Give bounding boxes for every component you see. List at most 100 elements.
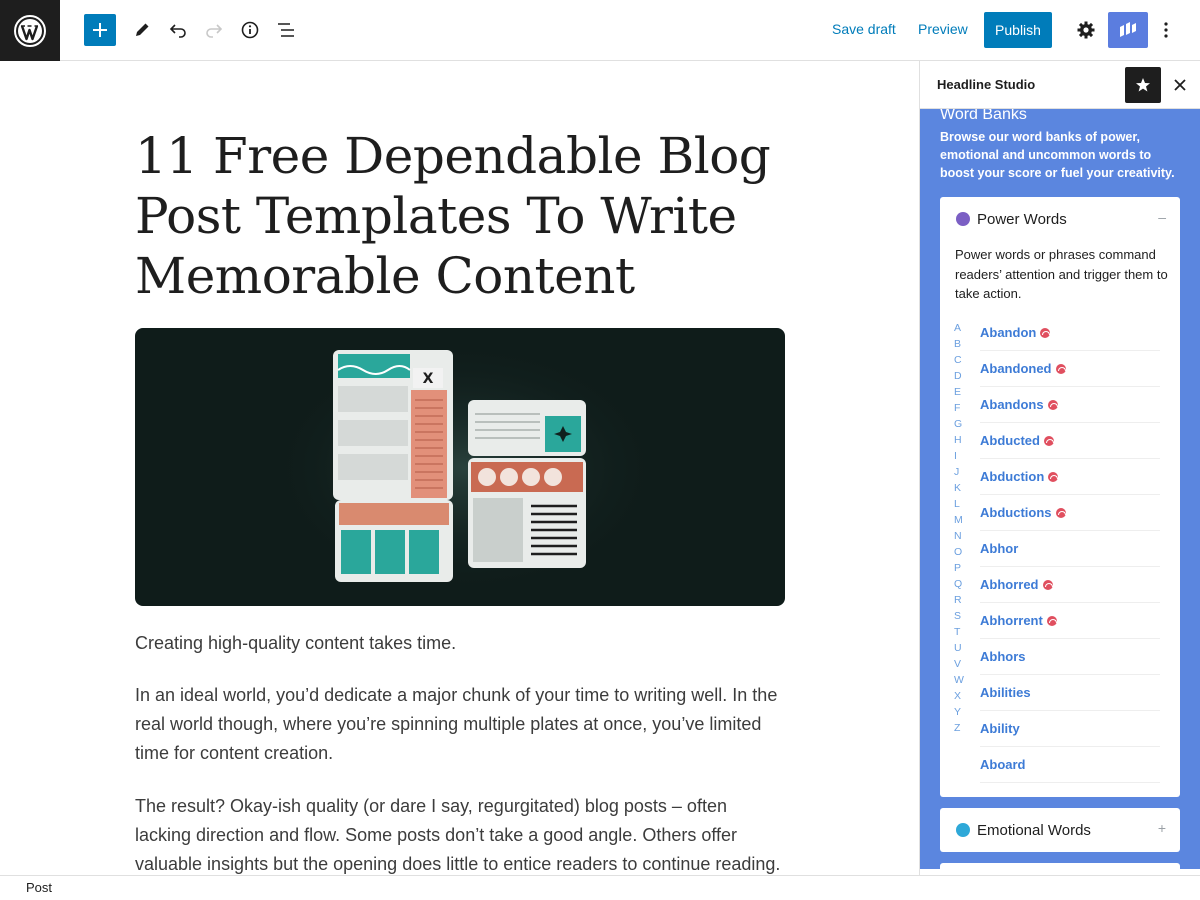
emotional-words-header[interactable]: Emotional Words + xyxy=(940,808,1180,852)
alphabet-index: ABCDEFGHIJKLMNOPQRSTUVWXYZ xyxy=(954,320,966,736)
undo-icon xyxy=(169,24,186,38)
word-label[interactable]: Abandon xyxy=(980,325,1036,340)
alphabet-letter[interactable]: A xyxy=(954,320,966,336)
editor-toolbar: Save draft Preview Publish xyxy=(0,0,1200,61)
word-label[interactable]: Abhorrent xyxy=(980,613,1043,628)
word-label[interactable]: Abandoned xyxy=(980,361,1052,376)
details-button[interactable] xyxy=(234,14,266,46)
word-label[interactable]: Abductions xyxy=(980,505,1052,520)
word-list-item[interactable]: Abhorrent xyxy=(980,603,1160,639)
alphabet-letter[interactable]: S xyxy=(954,608,966,624)
alphabet-letter[interactable]: F xyxy=(954,400,966,416)
word-list-item[interactable]: Abandon xyxy=(980,315,1160,351)
power-words-card: Power Words – Power words or phrases com… xyxy=(940,197,1180,797)
preview-button[interactable]: Preview xyxy=(918,21,968,37)
alphabet-letter[interactable]: E xyxy=(954,384,966,400)
word-label[interactable]: Ability xyxy=(980,721,1020,736)
alphabet-letter[interactable]: U xyxy=(954,640,966,656)
negative-sentiment-icon xyxy=(1055,363,1066,374)
tools-button[interactable] xyxy=(126,14,158,46)
post-paragraph[interactable]: The result? Okay-ish quality (or dare I … xyxy=(135,792,785,875)
headline-studio-plugin-button[interactable] xyxy=(1108,12,1148,48)
star-icon xyxy=(1136,78,1150,92)
add-block-button[interactable] xyxy=(84,14,116,46)
word-list-item[interactable]: Abhors xyxy=(980,639,1160,675)
power-words-description: Power words or phrases command readers’ … xyxy=(955,247,1168,301)
alphabet-letter[interactable]: I xyxy=(954,448,966,464)
wordpress-logo-button[interactable] xyxy=(0,0,60,61)
alphabet-letter[interactable]: J xyxy=(954,464,966,480)
templates-illustration: X xyxy=(265,338,665,598)
word-label[interactable]: Abandons xyxy=(980,397,1044,412)
word-list-item[interactable]: Abandons xyxy=(980,387,1160,423)
sidebar-header: Headline Studio xyxy=(920,61,1200,109)
post-paragraph[interactable]: In an ideal world, you’d dedicate a majo… xyxy=(135,681,785,768)
alphabet-letter[interactable]: K xyxy=(954,480,966,496)
word-banks-title: Word Banks xyxy=(940,109,1027,123)
alphabet-letter[interactable]: V xyxy=(954,656,966,672)
word-label[interactable]: Abduction xyxy=(980,469,1044,484)
alphabet-letter[interactable]: C xyxy=(954,352,966,368)
block-breadcrumb-bar: Post xyxy=(0,875,1200,900)
sidebar-title: Headline Studio xyxy=(937,77,1036,92)
alphabet-letter[interactable]: D xyxy=(954,368,966,384)
word-label[interactable]: Abilities xyxy=(980,685,1031,700)
alphabet-letter[interactable]: L xyxy=(954,496,966,512)
svg-text:X: X xyxy=(423,371,434,387)
alphabet-letter[interactable]: T xyxy=(954,624,966,640)
alphabet-letter[interactable]: N xyxy=(954,528,966,544)
alphabet-letter[interactable]: M xyxy=(954,512,966,528)
word-label[interactable]: Abducted xyxy=(980,433,1040,448)
close-sidebar-button[interactable] xyxy=(1170,75,1190,95)
alphabet-letter[interactable]: R xyxy=(954,592,966,608)
breadcrumb-post[interactable]: Post xyxy=(26,880,52,895)
collapse-toggle[interactable]: – xyxy=(1158,209,1166,225)
info-icon xyxy=(241,21,259,39)
alphabet-letter[interactable]: O xyxy=(954,544,966,560)
word-label[interactable]: Abhors xyxy=(980,649,1026,664)
options-menu-button[interactable] xyxy=(1150,14,1182,46)
alphabet-letter[interactable]: H xyxy=(954,432,966,448)
negative-sentiment-icon xyxy=(1043,435,1054,446)
save-draft-button[interactable]: Save draft xyxy=(832,21,896,37)
post-title[interactable]: 11 Free Dependable Blog Post Templates T… xyxy=(135,126,785,306)
word-list-item[interactable]: Abducted xyxy=(980,423,1160,459)
alphabet-letter[interactable]: X xyxy=(954,688,966,704)
negative-sentiment-icon xyxy=(1046,615,1057,626)
word-list-item[interactable]: Abduction xyxy=(980,459,1160,495)
close-icon xyxy=(1174,79,1186,91)
emotional-words-card[interactable]: Emotional Words + xyxy=(940,808,1180,852)
negative-sentiment-icon xyxy=(1055,507,1066,518)
negative-sentiment-icon xyxy=(1047,399,1058,410)
word-label[interactable]: Aboard xyxy=(980,757,1026,772)
word-list-item[interactable]: Abilities xyxy=(980,675,1160,711)
alphabet-letter[interactable]: W xyxy=(954,672,966,688)
emotional-icon xyxy=(956,823,970,837)
redo-button[interactable] xyxy=(198,14,230,46)
settings-button[interactable] xyxy=(1070,14,1102,46)
word-list-item[interactable]: Abductions xyxy=(980,495,1160,531)
power-words-header[interactable]: Power Words – xyxy=(940,197,1180,241)
headline-studio-sidebar: Headline Studio Word Banks Browse our wo… xyxy=(919,61,1200,875)
alphabet-letter[interactable]: Q xyxy=(954,576,966,592)
word-label[interactable]: Abhor xyxy=(980,541,1018,556)
alphabet-letter[interactable]: Y xyxy=(954,704,966,720)
post-paragraph[interactable]: Creating high-quality content takes time… xyxy=(135,629,785,658)
word-list-item[interactable]: Abhorred xyxy=(980,567,1160,603)
word-label[interactable]: Abhorred xyxy=(980,577,1039,592)
expand-toggle[interactable]: + xyxy=(1158,820,1166,836)
publish-button[interactable]: Publish xyxy=(984,12,1052,48)
list-view-button[interactable] xyxy=(270,14,302,46)
undo-button[interactable] xyxy=(162,14,194,46)
featured-image[interactable]: X xyxy=(135,328,785,606)
alphabet-letter[interactable]: G xyxy=(954,416,966,432)
pin-plugin-button[interactable] xyxy=(1125,67,1161,103)
word-list-item[interactable]: Aboard xyxy=(980,747,1160,783)
word-list-item[interactable]: Abhor xyxy=(980,531,1160,567)
next-word-bank-card[interactable] xyxy=(940,863,1180,869)
alphabet-letter[interactable]: P xyxy=(954,560,966,576)
word-list-item[interactable]: Ability xyxy=(980,711,1160,747)
word-list-item[interactable]: Abandoned xyxy=(980,351,1160,387)
alphabet-letter[interactable]: B xyxy=(954,336,966,352)
alphabet-letter[interactable]: Z xyxy=(954,720,966,736)
